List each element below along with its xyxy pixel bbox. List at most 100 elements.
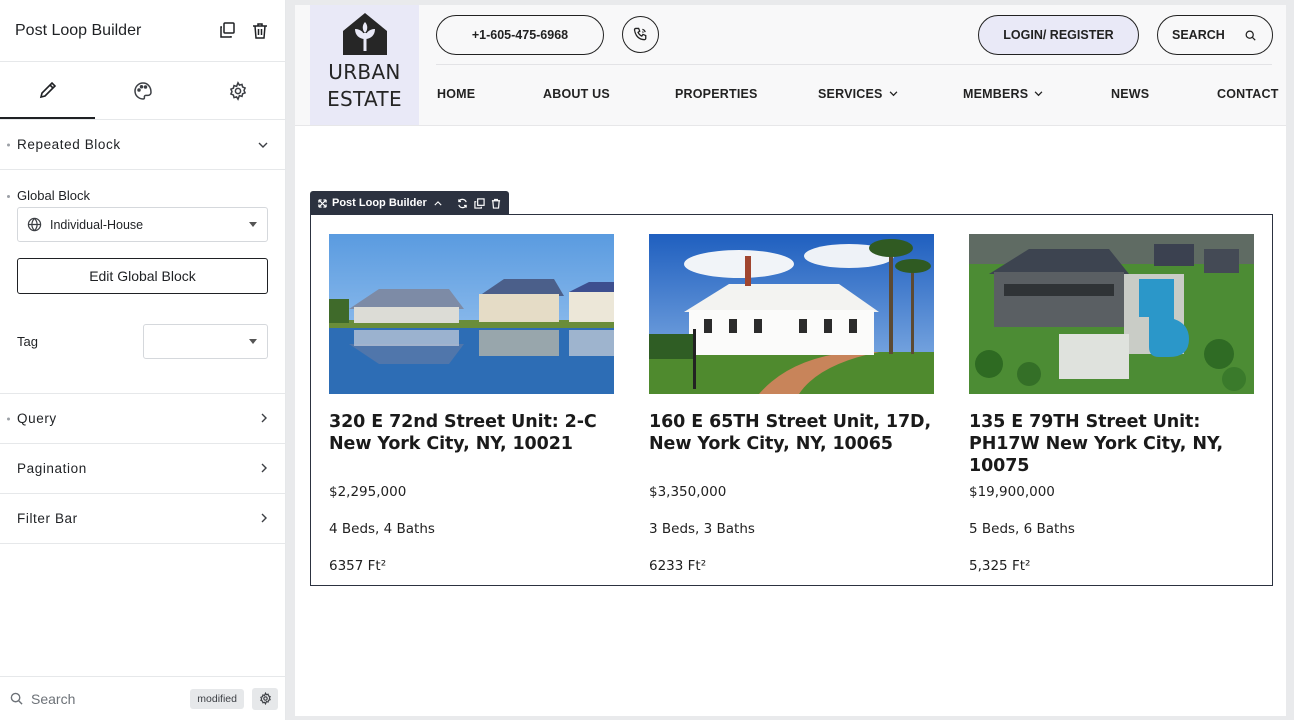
panel-footer: Search modified [0, 676, 286, 720]
global-block-select[interactable]: Individual-House [17, 207, 268, 242]
section-label: Filter Bar [17, 511, 78, 526]
widget-toolbar[interactable]: Post Loop Builder [310, 191, 509, 215]
property-area: 5,325 Ft² [969, 558, 1031, 574]
property-price: $2,295,000 [329, 484, 407, 500]
nav-label: ABOUT US [543, 87, 610, 101]
caret-down-icon [249, 339, 257, 344]
section-label: Query [17, 411, 57, 426]
preview-scrollbar[interactable] [1286, 5, 1294, 716]
nav-label: HOME [437, 87, 476, 101]
property-image [329, 234, 614, 394]
search-icon [1245, 30, 1256, 41]
tag-label: Tag [17, 334, 38, 349]
section-label: Pagination [17, 461, 87, 476]
global-block-label-text: Global Block [17, 188, 90, 203]
property-card[interactable]: 320 E 72nd Street Unit: 2-C New York Cit… [329, 234, 614, 574]
property-title[interactable]: 135 E 79TH Street Unit: PH17W New York C… [969, 411, 1254, 477]
gear-icon [259, 692, 271, 705]
nav-services[interactable]: SERVICES [818, 87, 898, 101]
property-card[interactable]: 135 E 79TH Street Unit: PH17W New York C… [969, 234, 1254, 574]
property-card[interactable]: 160 E 65TH Street Unit, 17D, New York Ci… [649, 234, 934, 574]
nav-contact[interactable]: CONTACT [1217, 87, 1279, 101]
panel-header: Post Loop Builder [0, 0, 285, 62]
logo-text: URBAN ESTATE [327, 59, 402, 113]
global-block-value: Individual-House [50, 217, 144, 232]
edit-global-block-button[interactable]: Edit Global Block [17, 258, 268, 294]
chevron-down-icon [258, 137, 268, 152]
modified-dot [7, 143, 10, 146]
chevron-up-icon[interactable] [434, 200, 442, 206]
repeated-block-content: Global Block Individual-House Edit Globa… [0, 188, 285, 394]
site-search-button[interactable]: SEARCH [1157, 15, 1273, 55]
panel-title: Post Loop Builder [15, 21, 142, 39]
tag-select[interactable] [143, 324, 268, 359]
login-register-button[interactable]: LOGIN/ REGISTER [978, 15, 1139, 55]
tab-style[interactable] [95, 62, 190, 119]
panel-tabs [0, 62, 285, 120]
property-image [649, 234, 934, 394]
site-logo[interactable]: URBAN ESTATE [310, 5, 419, 125]
search-icon [10, 692, 23, 705]
widget-search[interactable]: Search [10, 691, 190, 707]
trash-icon[interactable] [491, 198, 501, 209]
preview-canvas: URBAN ESTATE +1-605-475-6968 LOGIN/ REGI… [286, 0, 1294, 720]
property-image [969, 234, 1254, 394]
phone-icon [633, 27, 647, 41]
property-title[interactable]: 160 E 65TH Street Unit, 17D, New York Ci… [649, 411, 934, 455]
tab-advanced[interactable] [190, 62, 285, 119]
post-loop-builder[interactable]: 320 E 72nd Street Unit: 2-C New York Cit… [310, 214, 1273, 586]
nav-properties[interactable]: PROPERTIES [675, 87, 758, 101]
phone-call-button[interactable] [622, 16, 659, 53]
nav-about-us[interactable]: ABOUT US [543, 87, 610, 101]
property-beds-baths: 5 Beds, 6 Baths [969, 521, 1075, 537]
settings-button[interactable] [252, 687, 278, 710]
section-repeated-block[interactable]: Repeated Block [0, 120, 285, 170]
modified-dot [7, 195, 10, 198]
copy-icon[interactable] [474, 197, 485, 209]
copy-icon[interactable] [217, 21, 237, 41]
logo-line2: ESTATE [327, 87, 402, 111]
move-icon[interactable] [318, 198, 327, 208]
main-nav: HOME ABOUT US PROPERTIES SERVICES MEMBER… [436, 64, 1278, 124]
chevron-down-icon [889, 91, 897, 97]
house-leaf-logo-icon [342, 13, 387, 55]
globe-icon [27, 217, 42, 232]
property-beds-baths: 3 Beds, 3 Baths [649, 521, 755, 537]
nav-home[interactable]: HOME [437, 87, 475, 101]
pencil-icon [39, 81, 56, 98]
nav-news[interactable]: NEWS [1111, 87, 1149, 101]
global-block-label: Global Block [7, 188, 268, 203]
nav-label: NEWS [1111, 87, 1150, 101]
nav-label: PROPERTIES [675, 87, 758, 101]
section-pagination[interactable]: Pagination [0, 444, 285, 494]
property-price: $19,900,000 [969, 484, 1055, 500]
site-search-label: SEARCH [1172, 28, 1225, 42]
section-filter-bar[interactable]: Filter Bar [0, 494, 285, 544]
section-query[interactable]: Query [0, 394, 285, 444]
palette-icon [133, 81, 152, 100]
logo-line1: URBAN [328, 60, 401, 84]
phone-button[interactable]: +1-605-475-6968 [436, 15, 604, 55]
gear-icon [229, 80, 246, 101]
caret-down-icon [249, 222, 257, 227]
widget-tools [451, 197, 501, 209]
nav-members[interactable]: MEMBERS [963, 87, 1043, 101]
section-label: Repeated Block [17, 137, 121, 152]
trash-icon[interactable] [250, 21, 270, 41]
chevron-right-icon [261, 511, 268, 526]
tag-row: Tag [17, 324, 268, 359]
site-header: URBAN ESTATE +1-605-475-6968 LOGIN/ REGI… [295, 5, 1286, 126]
nav-label: CONTACT [1217, 87, 1279, 101]
property-price: $3,350,000 [649, 484, 727, 500]
property-title[interactable]: 320 E 72nd Street Unit: 2-C New York Cit… [329, 411, 614, 455]
property-area: 6233 Ft² [649, 558, 707, 574]
chevron-right-icon [261, 411, 268, 426]
refresh-icon[interactable] [457, 198, 468, 209]
chevron-down-icon [1034, 91, 1043, 97]
modified-dot [7, 417, 10, 420]
nav-label: MEMBERS [963, 87, 1029, 101]
preview-page: URBAN ESTATE +1-605-475-6968 LOGIN/ REGI… [295, 5, 1286, 716]
editor-app: Post Loop Builder Repeated Block Global … [0, 0, 1294, 720]
property-beds-baths: 4 Beds, 4 Baths [329, 521, 435, 537]
tab-content[interactable] [0, 62, 95, 119]
